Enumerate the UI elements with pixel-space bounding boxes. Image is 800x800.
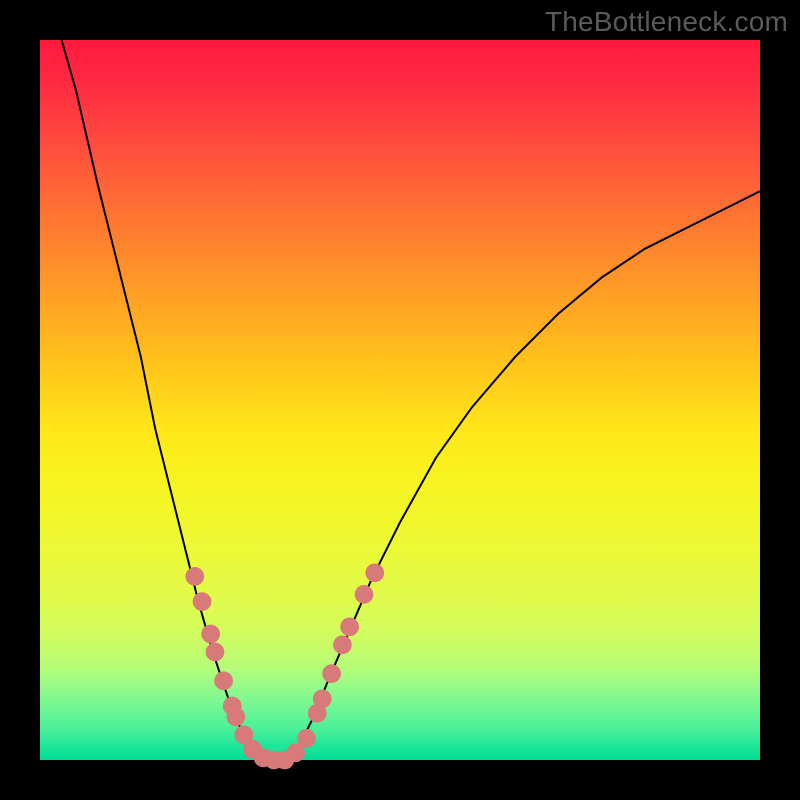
curve-marker [322,664,341,683]
watermark-text: TheBottleneck.com [545,6,788,38]
curve-marker [333,635,352,654]
curve-marker [185,567,204,586]
curve-marker [206,643,225,662]
curve-marker [365,563,384,582]
curve-marker [214,671,233,690]
chart-stage: TheBottleneck.com [0,0,800,800]
curve-marker [313,689,332,708]
curve-marker [226,707,245,726]
curve-marker [193,592,212,611]
curve-svg [40,40,760,760]
curve-marker [201,625,220,644]
bottleneck-curve [62,40,760,760]
plot-area [40,40,760,760]
curve-markers [185,563,384,769]
curve-marker [340,617,359,636]
curve-marker [355,585,374,604]
curve-marker [297,729,316,748]
